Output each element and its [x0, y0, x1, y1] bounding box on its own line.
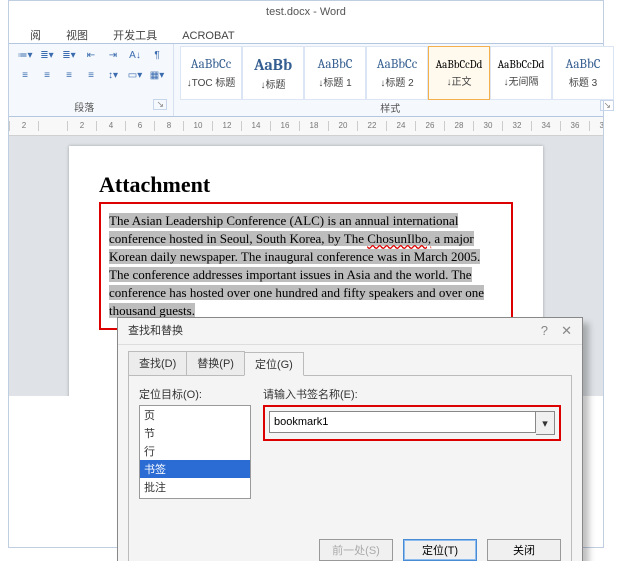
style-name: 标题 3: [569, 74, 597, 89]
close-button[interactable]: 关闭: [487, 539, 561, 561]
find-replace-dialog: 查找和替换 ? ✕ 查找(D) 替换(P) 定位(G) 定位目标(O): 页 节…: [117, 317, 583, 561]
style-preview: AaBb: [254, 56, 292, 74]
ribbon-group-paragraph: ≔▾ ≣▾ ≣▾ ⇤ ⇥ A↓ ¶ ≡ ≡ ≡ ≡ ↕▾ ▭▾ ▦▾ 段落 ↘: [9, 44, 174, 116]
dialog-title: 查找和替换: [128, 318, 183, 344]
style-toc-heading[interactable]: AaBbCc ↓TOC 标题: [180, 46, 242, 100]
shading-icon[interactable]: ▭▾: [125, 66, 145, 84]
horizontal-ruler[interactable]: 2 24 68 1012 1416 1820 2224 2628 3032 34…: [9, 117, 603, 136]
highlight-annotation-box: The Asian Leadership Conference (ALC) is…: [99, 202, 513, 330]
tab-devtools[interactable]: 开发工具: [102, 23, 168, 46]
ribbon-group-styles: AaBbCc ↓TOC 标题 AaBb ↓标题 AaBbC ↓标题 1 AaBb…: [174, 44, 617, 116]
style-heading-1[interactable]: AaBbC ↓标题 1: [304, 46, 366, 100]
previous-button: 前一处(S): [319, 539, 393, 561]
style-name: ↓TOC 标题: [187, 74, 236, 89]
goto-target-label: 定位目标(O):: [139, 386, 249, 402]
style-preview: AaBbCcDd: [498, 58, 545, 71]
doc-heading: Attachment: [99, 172, 513, 198]
multilevel-list-icon[interactable]: ≣▾: [59, 46, 79, 64]
list-item[interactable]: 批注: [140, 478, 250, 496]
style-heading-3[interactable]: AaBbC 标题 3: [552, 46, 614, 100]
style-name: ↓标题: [261, 76, 286, 91]
justify-icon[interactable]: ≡: [81, 66, 101, 84]
tab-goto[interactable]: 定位(G): [244, 352, 304, 376]
align-left-icon[interactable]: ≡: [15, 66, 35, 84]
group-label-paragraph: 段落: [74, 103, 94, 114]
bookmark-name-input[interactable]: [269, 411, 536, 433]
sort-icon[interactable]: A↓: [125, 46, 145, 64]
style-heading-2[interactable]: AaBbCc ↓标题 2: [366, 46, 428, 100]
tab-acrobat[interactable]: ACROBAT: [171, 26, 245, 45]
dialog-body: 定位目标(O): 页 节 行 书签 批注 脚注 请输入书签名称(E): ▾: [128, 375, 572, 561]
line-spacing-icon[interactable]: ↕▾: [103, 66, 123, 84]
tab-find[interactable]: 查找(D): [128, 351, 187, 375]
group-caption-styles: 样式 ↘: [180, 100, 614, 117]
borders-icon[interactable]: ▦▾: [147, 66, 167, 84]
number-list-icon[interactable]: ≣▾: [37, 46, 57, 64]
style-heading[interactable]: AaBb ↓标题: [242, 46, 304, 100]
tab-replace[interactable]: 替换(P): [186, 351, 245, 375]
style-name: ↓标题 1: [318, 74, 351, 89]
ribbon-tabs: 阅 视图 开发工具 ACROBAT: [9, 23, 603, 44]
style-preview: AaBbC: [318, 57, 353, 72]
list-item-selected[interactable]: 书签: [140, 460, 250, 478]
decrease-indent-icon[interactable]: ⇤: [81, 46, 101, 64]
style-preview: AaBbCc: [191, 57, 231, 72]
style-preview: AaBbCcDd: [436, 58, 483, 71]
group-caption-paragraph: 段落 ↘: [15, 99, 167, 116]
document-title: test.docx - Word: [266, 6, 346, 18]
increase-indent-icon[interactable]: ⇥: [103, 46, 123, 64]
list-item[interactable]: 行: [140, 442, 250, 460]
style-preview: AaBbCc: [377, 57, 417, 72]
align-right-icon[interactable]: ≡: [59, 66, 79, 84]
style-name: ↓正文: [447, 73, 472, 88]
bullet-list-icon[interactable]: ≔▾: [15, 46, 35, 64]
tab-review[interactable]: 视图: [55, 23, 99, 46]
spelling-error: ChosunIlbo,: [367, 231, 431, 246]
styles-gallery: AaBbCc ↓TOC 标题 AaBb ↓标题 AaBbC ↓标题 1 AaBb…: [180, 46, 614, 100]
help-icon[interactable]: ?: [541, 323, 548, 338]
ruler-marks: 2 24 68 1012 1416 1820 2224 2628 3032 34…: [9, 117, 603, 131]
list-item[interactable]: 节: [140, 424, 250, 442]
show-marks-icon[interactable]: ¶: [147, 46, 167, 64]
style-normal[interactable]: AaBbCcDd ↓正文: [428, 46, 490, 100]
app-frame: test.docx - Word 阅 视图 开发工具 ACROBAT ≔▾ ≣▾…: [8, 0, 604, 548]
style-name: ↓无间隔: [504, 73, 539, 88]
dialog-titlebar[interactable]: 查找和替换 ? ✕: [118, 318, 582, 345]
word-window: test.docx - Word 阅 视图 开发工具 ACROBAT ≔▾ ≣▾…: [0, 0, 617, 561]
dialog-tabs: 查找(D) 替换(P) 定位(G): [118, 345, 582, 375]
group-label-styles: 样式: [380, 104, 400, 115]
dropdown-icon[interactable]: ▾: [536, 411, 555, 435]
ribbon-body: ≔▾ ≣▾ ≣▾ ⇤ ⇥ A↓ ¶ ≡ ≡ ≡ ≡ ↕▾ ▭▾ ▦▾ 段落 ↘: [9, 44, 603, 117]
style-name: ↓标题 2: [380, 74, 413, 89]
style-nospacing[interactable]: AaBbCcDd ↓无间隔: [490, 46, 552, 100]
list-item[interactable]: 脚注: [140, 496, 250, 499]
dialog-launcher-icon[interactable]: ↘: [153, 99, 167, 110]
close-icon[interactable]: ✕: [561, 323, 572, 338]
goto-button[interactable]: 定位(T): [403, 539, 477, 561]
title-bar: test.docx - Word: [9, 1, 603, 23]
goto-target-list[interactable]: 页 节 行 书签 批注 脚注: [139, 405, 251, 499]
dialog-buttons: 前一处(S) 定位(T) 关闭: [139, 539, 561, 561]
align-center-icon[interactable]: ≡: [37, 66, 57, 84]
list-item[interactable]: 页: [140, 406, 250, 424]
highlight-annotation-box: ▾: [263, 405, 561, 441]
dialog-launcher-icon[interactable]: ↘: [600, 100, 614, 111]
selected-paragraph[interactable]: The Asian Leadership Conference (ALC) is…: [109, 213, 484, 318]
tab-view[interactable]: 阅: [19, 23, 52, 46]
paragraph-icons: ≔▾ ≣▾ ≣▾ ⇤ ⇥ A↓ ¶ ≡ ≡ ≡ ≡ ↕▾ ▭▾ ▦▾: [15, 46, 167, 84]
bookmark-name-label: 请输入书签名称(E):: [263, 386, 561, 402]
style-preview: AaBbC: [566, 57, 601, 72]
